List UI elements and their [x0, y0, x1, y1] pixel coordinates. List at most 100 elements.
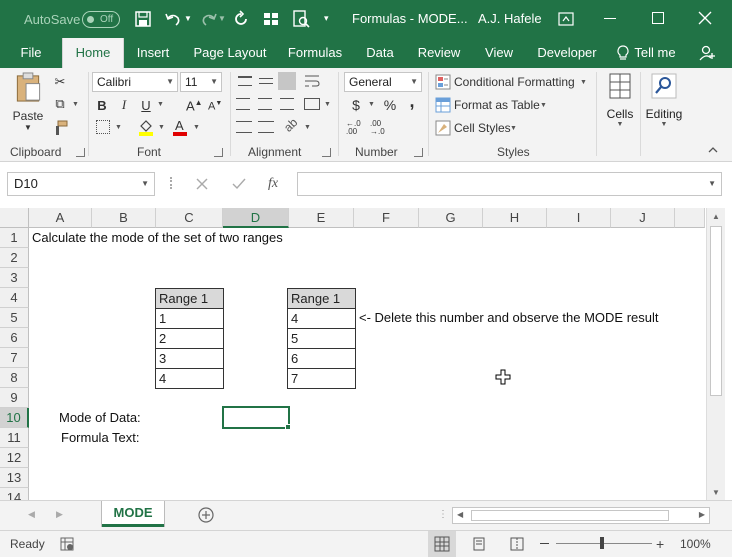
print-preview-icon[interactable]	[292, 10, 310, 28]
row-header[interactable]: 8	[0, 368, 29, 388]
font-color-icon[interactable]: A	[172, 118, 188, 136]
column-header[interactable]: B	[92, 208, 156, 228]
cancel-entry-icon[interactable]	[196, 178, 208, 190]
borders-icon[interactable]	[96, 120, 110, 134]
scroll-left-icon[interactable]: ◀	[457, 510, 463, 519]
share-icon[interactable]	[698, 44, 716, 62]
column-header[interactable]: E	[289, 208, 354, 228]
format-as-table-button[interactable]: Format as Table	[454, 98, 540, 112]
fill-color-icon[interactable]	[138, 118, 154, 136]
font-launcher-icon[interactable]	[214, 148, 223, 157]
row-header[interactable]: 7	[0, 348, 29, 368]
confirm-entry-icon[interactable]	[232, 178, 246, 190]
minimize-icon[interactable]	[604, 18, 616, 19]
borders-dropdown-icon[interactable]: ▼	[115, 124, 122, 131]
cell-styles-button[interactable]: Cell Styles	[454, 121, 511, 135]
row-header[interactable]: 9	[0, 388, 29, 408]
active-cell-d10[interactable]	[222, 406, 290, 429]
zoom-slider[interactable]	[556, 537, 652, 549]
copy-dropdown-icon[interactable]: ▼	[72, 101, 79, 108]
row-header[interactable]: 5	[0, 308, 29, 328]
tab-page-layout[interactable]: Page Layout	[190, 38, 270, 68]
undo-dropdown-icon[interactable]: ▼	[184, 14, 192, 23]
currency-button[interactable]: $	[348, 96, 364, 114]
name-box[interactable]: D10 ▼	[7, 172, 155, 196]
alignment-launcher-icon[interactable]	[322, 148, 331, 157]
tab-data[interactable]: Data	[360, 38, 400, 68]
zoom-out-icon[interactable]	[540, 543, 549, 544]
tab-home[interactable]: Home	[62, 38, 124, 68]
maximize-icon[interactable]	[652, 12, 664, 24]
vertical-scroll-thumb[interactable]	[710, 226, 722, 396]
form-icon[interactable]	[262, 10, 280, 28]
font-size-combo[interactable]: 11 ▼	[180, 72, 222, 92]
conditional-formatting-icon[interactable]	[435, 74, 451, 90]
select-all-corner[interactable]	[0, 208, 29, 228]
editing-button[interactable]: Editing ▼	[644, 72, 684, 138]
orientation-icon[interactable]: ab	[281, 115, 300, 134]
column-header[interactable]: A	[29, 208, 92, 228]
range1-cell[interactable]: 1	[155, 308, 224, 329]
align-left-icon[interactable]	[236, 98, 250, 110]
sheet-tab-mode[interactable]: MODE	[102, 501, 164, 527]
decrease-font-icon[interactable]: A▼	[208, 100, 222, 113]
tab-insert[interactable]: Insert	[130, 38, 176, 68]
align-top-icon[interactable]	[238, 76, 252, 86]
redo-icon[interactable]	[200, 10, 218, 28]
font-name-combo[interactable]: Calibri ▼	[92, 72, 178, 92]
cut-icon[interactable]: ✂	[52, 74, 68, 90]
increase-decimal-icon[interactable]: ←.0.00	[346, 120, 361, 136]
cell-f5-note[interactable]: <- Delete this number and observe the MO…	[356, 308, 659, 328]
tab-split-grip-icon[interactable]: ⋮	[438, 509, 448, 520]
comma-button[interactable]: ,	[405, 91, 419, 111]
column-header[interactable]: F	[354, 208, 419, 228]
decrease-decimal-icon[interactable]: .00 →.0	[370, 120, 385, 136]
align-bottom-icon[interactable]	[278, 72, 296, 90]
number-launcher-icon[interactable]	[414, 148, 423, 157]
merge-dropdown-icon[interactable]: ▼	[324, 101, 331, 108]
macro-record-icon[interactable]	[60, 537, 74, 551]
format-table-icon[interactable]	[435, 97, 451, 113]
number-format-combo[interactable]: General ▼	[344, 72, 422, 92]
vertical-scrollbar[interactable]: ▲ ▼	[706, 208, 725, 500]
mode-of-data-label[interactable]: Mode of Data:	[56, 408, 141, 428]
row-header[interactable]: 10	[0, 408, 29, 428]
underline-dropdown-icon[interactable]: ▼	[157, 101, 164, 108]
ribbon-display-icon[interactable]	[558, 11, 574, 27]
row-header[interactable]: 12	[0, 448, 29, 468]
sheet-scroll-left-icon[interactable]: ◀	[28, 509, 35, 520]
row-header[interactable]: 2	[0, 248, 29, 268]
cells-button[interactable]: Cells ▼	[604, 72, 636, 138]
format-painter-icon[interactable]	[52, 120, 68, 136]
column-header[interactable]: C	[156, 208, 223, 228]
undo-icon[interactable]	[164, 10, 182, 28]
clipboard-launcher-icon[interactable]	[76, 148, 85, 157]
insert-function-button[interactable]: fx	[268, 176, 278, 192]
increase-font-icon[interactable]: A▲	[186, 98, 203, 113]
copy-icon[interactable]: ⧉	[52, 96, 68, 112]
range2-cell[interactable]: 5	[287, 328, 356, 349]
tab-tell-me[interactable]: Tell me	[632, 38, 678, 68]
row-header[interactable]: 3	[0, 268, 29, 288]
page-break-view-icon[interactable]	[510, 537, 524, 551]
conditional-formatting-dropdown-icon[interactable]: ▼	[580, 79, 587, 86]
range2-cell[interactable]: 7	[287, 368, 356, 389]
range2-header[interactable]: Range 1	[287, 288, 356, 309]
cell-styles-icon[interactable]	[435, 120, 451, 136]
increase-indent-icon[interactable]	[258, 121, 274, 133]
tab-view[interactable]: View	[478, 38, 520, 68]
conditional-formatting-button[interactable]: Conditional Formatting	[454, 75, 575, 89]
cell-a1[interactable]: Calculate the mode of the set of two ran…	[29, 228, 283, 248]
scroll-up-icon[interactable]: ▲	[712, 212, 720, 221]
row-header[interactable]: 11	[0, 428, 29, 448]
new-sheet-icon[interactable]	[198, 507, 214, 523]
redo-dropdown-icon[interactable]: ▼	[218, 14, 226, 23]
fill-color-dropdown-icon[interactable]: ▼	[158, 124, 165, 131]
autosave-toggle[interactable]: Off	[82, 11, 120, 28]
formula-input[interactable]: ▼	[297, 172, 722, 196]
user-name[interactable]: A.J. Hafele	[478, 11, 542, 26]
paste-button[interactable]: Paste ▼	[8, 72, 48, 132]
font-color-dropdown-icon[interactable]: ▼	[193, 124, 200, 131]
collapse-ribbon-icon[interactable]	[708, 144, 718, 154]
range2-cell[interactable]: 6	[287, 348, 356, 369]
